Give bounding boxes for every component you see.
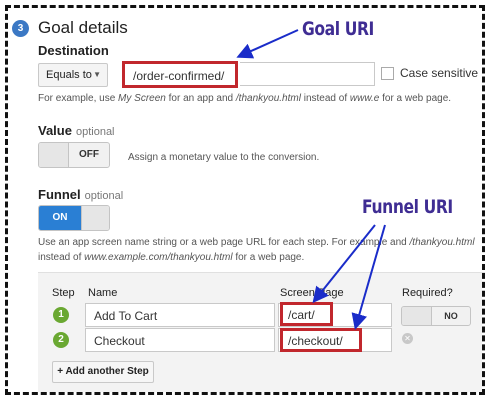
funnel-uri-arrow-checkout (351, 224, 386, 330)
annotation-arrows (236, 29, 386, 330)
goal-uri-arrow (236, 29, 299, 59)
